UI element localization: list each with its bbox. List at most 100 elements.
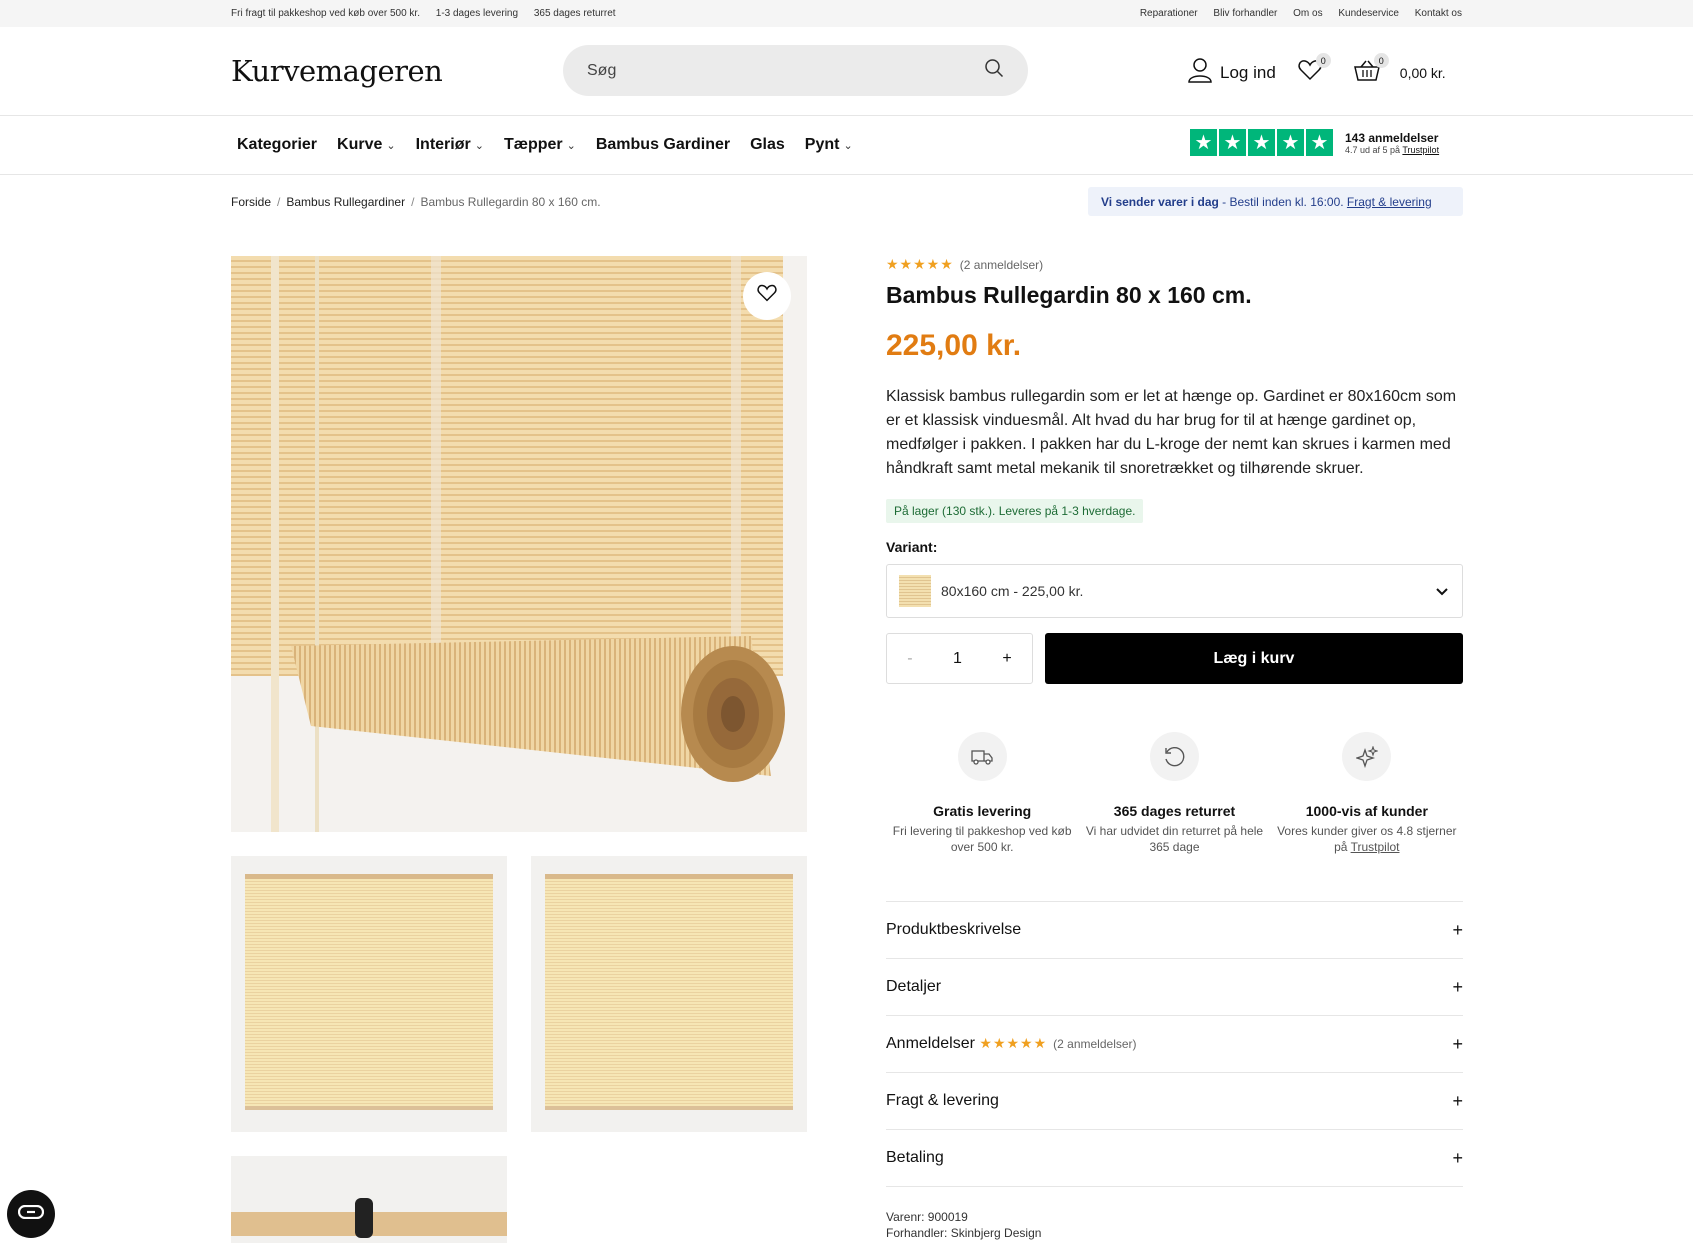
usp-list: Gratis levering Fri levering til pakkesh… [886, 732, 1463, 855]
plus-icon: + [1452, 919, 1463, 940]
accordion-label: Betaling [886, 1149, 944, 1166]
product-rating[interactable]: ★★★★★ (2 anmeldelser) [886, 256, 1463, 274]
search-placeholder: Søg [587, 61, 617, 79]
plus-icon: + [1452, 976, 1463, 997]
nav-label: Kategorier [237, 136, 318, 153]
logo[interactable]: Kurvemageren [231, 54, 443, 88]
usp-desc: Vores kunder giver os 4.8 stjerner på Tr… [1271, 823, 1463, 855]
product-thumbnail-3[interactable] [231, 1156, 507, 1243]
sku: Varenr: 900019 [886, 1210, 968, 1224]
nav-label: Bambus Gardiner [595, 136, 731, 153]
chat-icon [17, 1204, 45, 1224]
nav-label: Pynt [804, 136, 840, 153]
accordion-betaling[interactable]: Betaling + [886, 1130, 1463, 1187]
trustpilot-link[interactable]: Trustpilot [1402, 145, 1439, 155]
nav-item-bambus-gardiner[interactable]: Bambus Gardiner [596, 136, 730, 154]
vendor: Forhandler: Skinbjerg Design [886, 1226, 1042, 1240]
truck-icon [957, 732, 1007, 781]
accordion-anmeldelser[interactable]: Anmeldelser ★★★★★ (2 anmeldelser) + [886, 1016, 1463, 1073]
plus-icon: + [1452, 1033, 1463, 1054]
qty-minus-button[interactable]: - [907, 650, 912, 668]
accordion-produktbeskrivelse[interactable]: Produktbeskrivelse + [886, 902, 1463, 959]
login-button[interactable]: Log ind [1188, 57, 1276, 88]
shipping-notice-bold: Vi sender varer i dag [1101, 194, 1219, 209]
nav-item-pynt[interactable]: Pynt ⌄ [805, 136, 853, 154]
user-icon [1188, 57, 1212, 88]
top-bar: Fri fragt til pakkeshop ved køb over 500… [0, 0, 1693, 27]
mechanism-image [355, 1198, 373, 1238]
breadcrumb-category[interactable]: Bambus Rullegardiner [286, 195, 405, 209]
product-thumbnail-1[interactable] [231, 856, 507, 1132]
link-contact[interactable]: Kontakt os [1415, 8, 1462, 19]
qty-plus-button[interactable]: + [1002, 650, 1011, 668]
usp-item: 365 dages returret Vi har udvidet din re… [1078, 732, 1270, 855]
product-main-image[interactable] [231, 256, 807, 832]
blind-thumbnail-image [245, 874, 493, 1110]
trustpilot-widget[interactable]: ★ ★ ★ ★ ★ 143 anmeldelser 4.7 ud af 5 på… [1190, 129, 1439, 156]
shipping-notice-text: - Bestil inden kl. 16:00. [1218, 194, 1347, 209]
accordion-detaljer[interactable]: Detaljer + [886, 959, 1463, 1016]
nav-item-taepper[interactable]: Tæpper ⌄ [504, 136, 576, 154]
plus-icon: + [1452, 1147, 1463, 1168]
nav-item-kurve[interactable]: Kurve ⌄ [337, 136, 396, 154]
accordion-fragt-levering[interactable]: Fragt & levering + [886, 1073, 1463, 1130]
sparkle-icon [1342, 732, 1392, 781]
buy-row: - 1 + Læg i kurv [886, 633, 1463, 684]
shipping-link[interactable]: Fragt & levering [1347, 195, 1432, 209]
variant-select[interactable]: 80x160 cm - 225,00 kr. [886, 564, 1463, 618]
variant-swatch [899, 575, 931, 607]
accordion-label: Produktbeskrivelse [886, 921, 1022, 938]
search-icon[interactable] [984, 58, 1004, 83]
chevron-down-icon: ⌄ [843, 139, 853, 152]
site-header: Kurvemageren Søg Log ind 0 0 0,00 kr. [0, 27, 1693, 116]
plus-icon: + [1452, 1090, 1463, 1111]
nav-label: Interiør [415, 136, 471, 153]
chevron-down-icon [1436, 584, 1448, 599]
shipping-notice: Vi sender varer i dag - Bestil inden kl.… [1088, 187, 1463, 216]
usp-title: Gratis levering [933, 803, 1032, 819]
link-become-dealer[interactable]: Bliv forhandler [1213, 8, 1277, 19]
breadcrumb: Forside / Bambus Rullegardiner / Bambus Rull… [231, 195, 601, 209]
product-thumbnail-2[interactable] [531, 856, 807, 1132]
product-info: ★★★★★ (2 anmeldelser) Bambus Rullegardin … [886, 256, 1463, 1241]
star-icon: ★ [1248, 129, 1275, 156]
product-accordion: Produktbeskrivelse + Detaljer + Anmeldelse… [886, 901, 1463, 1187]
cart-button[interactable]: 0 [1353, 53, 1389, 86]
wishlist-button[interactable]: 0 [1298, 53, 1331, 86]
qty-value[interactable]: 1 [953, 650, 962, 668]
link-customer-service[interactable]: Kundeservice [1338, 8, 1399, 19]
usp-returns: 365 dages returret [533, 8, 616, 19]
wishlist-count-badge: 0 [1315, 53, 1331, 68]
nav-label: Glas [750, 136, 785, 153]
accordion-label: Fragt & levering [886, 1092, 999, 1109]
nav-label: Kurve [337, 136, 383, 153]
nav-item-kategorier[interactable]: Kategorier [237, 136, 317, 154]
nav-item-interior[interactable]: Interiør ⌄ [416, 136, 484, 154]
usp-free-shipping: Fri fragt til pakkeshop ved køb over 500… [231, 8, 420, 19]
rating-stars: ★★★★★ [886, 256, 954, 272]
usp-desc: Fri levering til pakkeshop ved køb over … [892, 824, 1072, 854]
add-to-cart-button[interactable]: Læg i kurv [1045, 633, 1463, 684]
usp-title: 365 dages returret [1113, 803, 1236, 819]
chevron-down-icon: ⌄ [474, 139, 484, 152]
nav-item-glas[interactable]: Glas [750, 136, 785, 154]
usp-title: 1000-vis af kunder [1305, 803, 1428, 819]
link-about[interactable]: Om os [1293, 8, 1322, 19]
link-repairs[interactable]: Reparationer [1140, 8, 1198, 19]
wishlist-heart-button[interactable] [743, 272, 791, 320]
trustpilot-stars: ★ ★ ★ ★ ★ [1190, 129, 1333, 156]
chevron-down-icon: ⌄ [386, 139, 396, 152]
cart-total[interactable]: 0,00 kr. [1400, 65, 1446, 81]
quantity-stepper[interactable]: - 1 + [886, 633, 1033, 684]
stock-badge: På lager (130 stk.). Leveres på 1-3 hver… [886, 499, 1144, 523]
usp-item: 1000-vis af kunder Vores kunder giver os… [1271, 732, 1463, 855]
review-count: (2 anmeldelser) [959, 258, 1044, 272]
usp-item: Gratis levering Fri levering til pakkesh… [886, 732, 1078, 855]
star-icon: ★ [1277, 129, 1304, 156]
search-input[interactable]: Søg [563, 45, 1028, 96]
chat-widget-button[interactable] [7, 1190, 55, 1238]
star-icon: ★ [1306, 129, 1333, 156]
breadcrumb-home[interactable]: Forside [231, 195, 271, 209]
trustpilot-link[interactable]: Trustpilot [1351, 840, 1400, 854]
top-bar-links: Reparationer Bliv forhandler Om os Kunde… [1127, 8, 1462, 19]
